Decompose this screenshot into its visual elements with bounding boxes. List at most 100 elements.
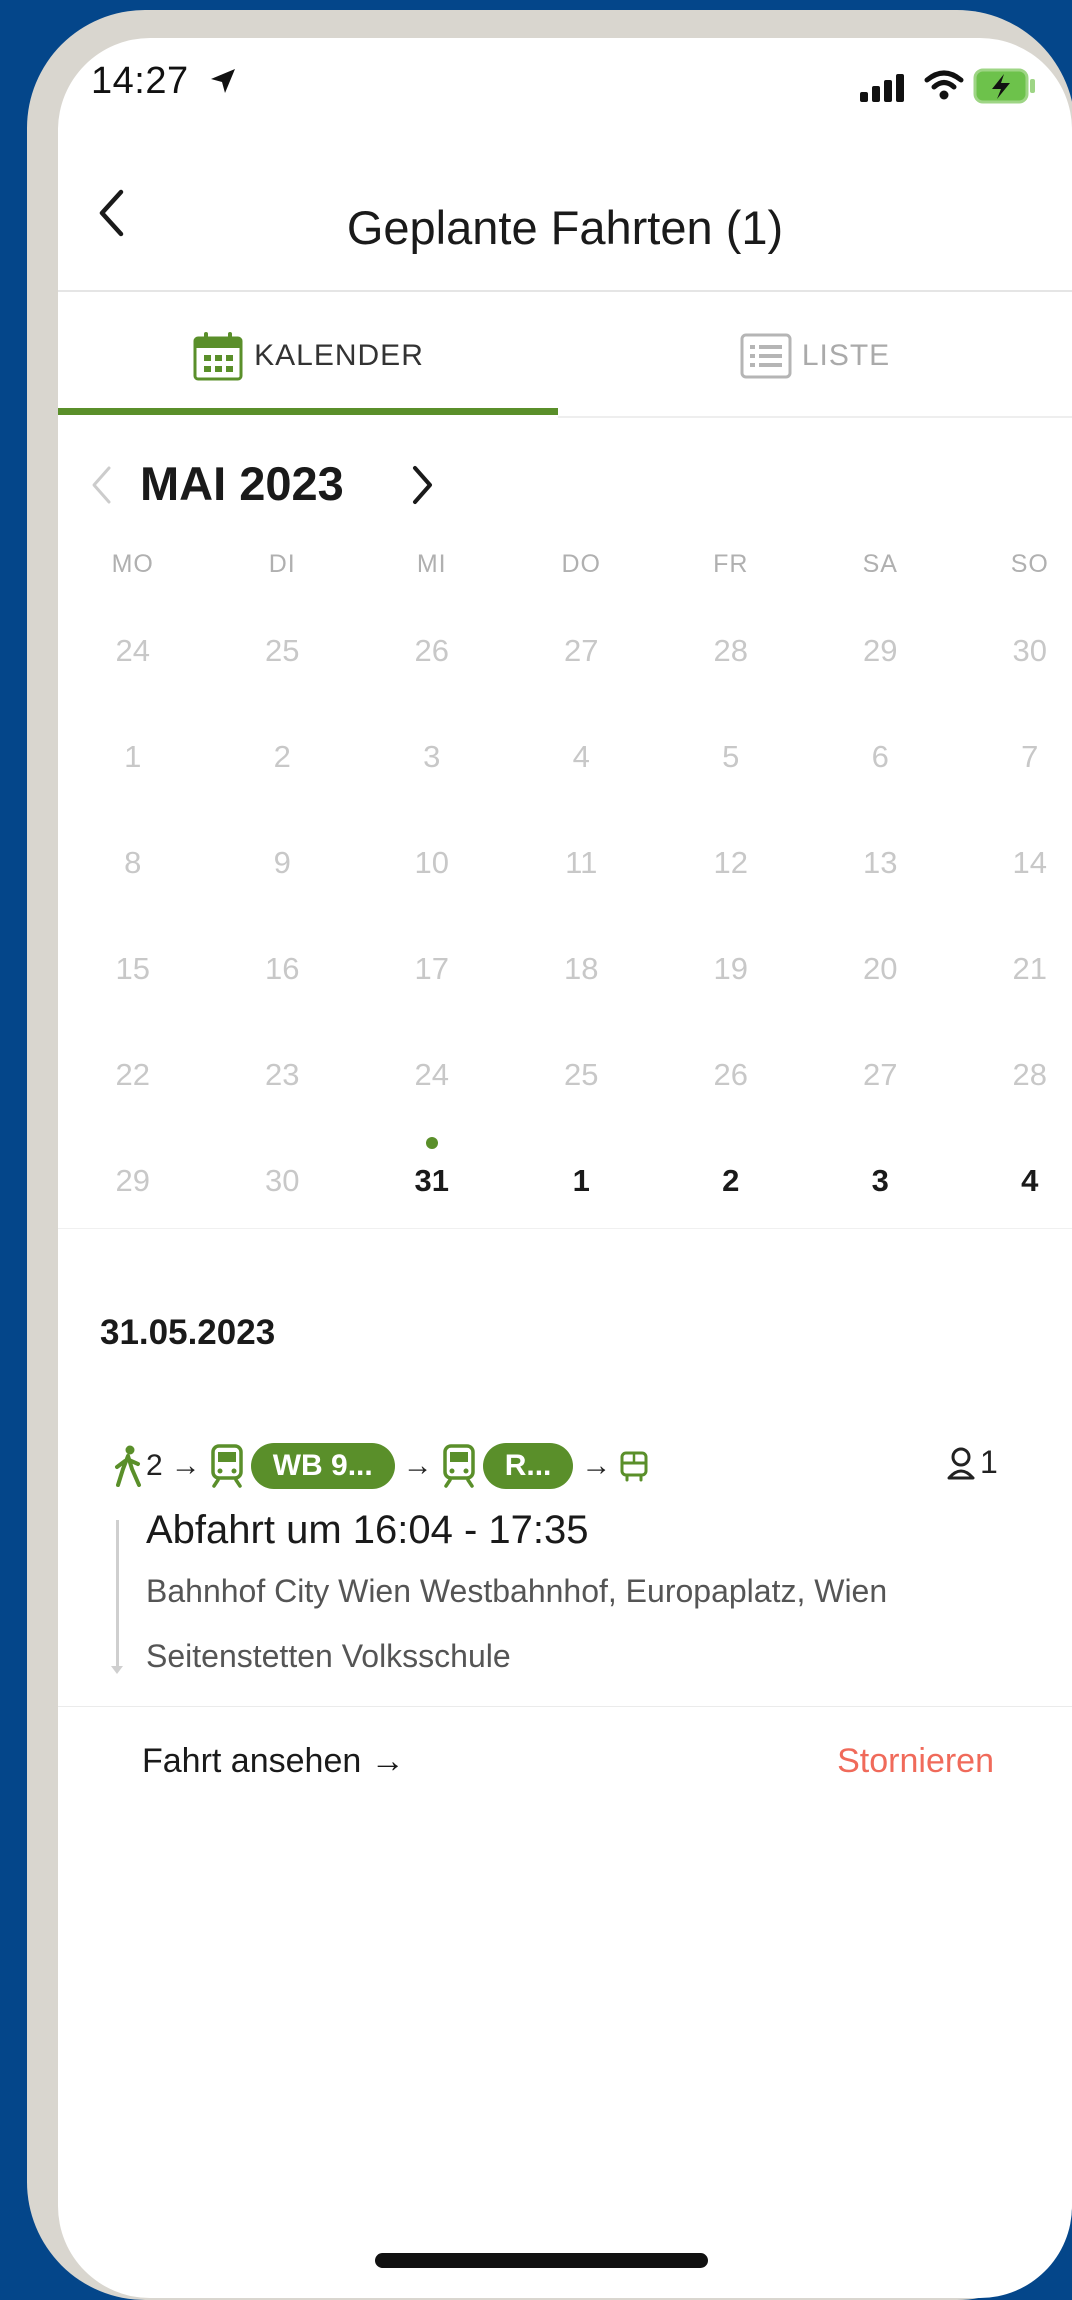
passenger-count: 1 [946,1444,998,1481]
active-tab-indicator [58,408,558,415]
page-title: Geplante Fahrten (1) [346,201,784,254]
arrow-right-icon: → [402,1449,433,1482]
location-arrow-icon [211,69,235,93]
train-icon [210,1444,243,1488]
trip-card-divider [58,1706,1072,1707]
weekday-label: MI [416,550,447,578]
calendar-day[interactable]: 9 [208,823,358,929]
wifi-icon [924,70,964,100]
calendar-day[interactable]: 29 [58,1141,208,1247]
calendar-day[interactable]: 2 [208,717,358,823]
calendar-day[interactable]: 18 [507,929,657,1035]
calendar-day[interactable]: 6 [806,717,956,823]
phone-screen: 14:27 Geplante Fahrten (1) KALENDER LIST… [58,38,1072,2298]
calendar-day[interactable]: 24 [58,611,208,717]
calendar-day[interactable]: 10 [357,823,507,929]
calendar-day[interactable]: 16 [208,929,358,1035]
status-bar: 14:27 [58,38,1072,133]
tab-divider [558,416,1072,418]
calendar-day[interactable]: 28 [955,1035,1072,1141]
calendar-day[interactable]: 2 [656,1141,806,1247]
walk-icon [115,1445,141,1487]
route-timeline [116,1520,119,1668]
view-trip-link[interactable]: Fahrt ansehen → [142,1742,405,1781]
calendar-day[interactable]: 28 [656,611,806,717]
arrow-right-icon: → [170,1449,201,1482]
month-title: MAI 2023 [140,457,344,510]
calendar-day[interactable]: 14 [955,823,1072,929]
calendar-day[interactable]: 15 [58,929,208,1035]
calendar-day[interactable]: 26 [656,1035,806,1141]
calendar-day[interactable]: 3 [806,1141,956,1247]
calendar-day[interactable]: 20 [806,929,956,1035]
calendar-day[interactable]: 30 [955,611,1072,717]
calendar-divider [58,1228,1072,1229]
bus-icon [620,1451,648,1482]
calendar-day[interactable]: 22 [58,1035,208,1141]
calendar-day[interactable]: 29 [806,611,956,717]
arrow-right-icon: → [581,1449,612,1482]
calendar-day[interactable]: 1 [58,717,208,823]
calendar-grid: 24 25 26 27 28 29 30 1 2 3 4 5 6 7 8 9 1… [58,611,1072,1247]
calendar-day-selected[interactable]: 31 [357,1137,507,1247]
trip-route-summary: 2 → WB 9... → R... → [114,1438,649,1494]
status-time: 14:27 [91,60,189,102]
line-chip[interactable]: WB 9... [250,1443,395,1489]
tab-liste-label: LISTE [801,339,891,372]
calendar-day[interactable]: 25 [507,1035,657,1141]
chevron-left-icon [92,466,111,504]
trip-date-heading: 31.05.2023 [100,1313,276,1352]
calendar-day[interactable]: 4 [507,717,657,823]
chevron-right-icon [413,466,432,504]
origin-station: Bahnhof City Wien Westbahnhof, Europapla… [146,1573,888,1609]
calendar-day[interactable]: 13 [806,823,956,929]
calendar-day[interactable]: 5 [656,717,806,823]
route-timeline-arrow [111,1666,123,1674]
tab-kalender[interactable]: KALENDER [58,296,558,416]
line-chip[interactable]: R... [482,1443,574,1489]
departure-time: Abfahrt um 16:04 - 17:35 [146,1508,589,1552]
next-month-button[interactable] [398,450,448,520]
calendar-day[interactable]: 24 [357,1035,507,1141]
cancel-trip-button[interactable]: Stornieren [837,1742,994,1781]
train-icon [442,1444,475,1488]
battery-charging-icon [973,68,1035,104]
tab-liste[interactable]: LISTE [558,296,1072,416]
weekday-header: MO DI MI DO FR SA SO [58,550,1072,579]
calendar-day[interactable]: 7 [955,717,1072,823]
person-icon [947,1447,975,1479]
calendar-day[interactable]: 19 [656,929,806,1035]
trip-indicator-dot [425,1137,438,1149]
calendar-day[interactable]: 30 [208,1141,358,1247]
calendar-day[interactable]: 27 [507,611,657,717]
weekday-label: SO [1010,550,1049,578]
passenger-number: 1 [980,1444,998,1480]
list-icon [740,333,792,379]
calendar-day[interactable]: 23 [208,1035,358,1141]
calendar-day[interactable]: 26 [357,611,507,717]
weekday-label: DI [268,550,296,578]
previous-month-button[interactable] [76,450,126,520]
calendar-day[interactable]: 12 [656,823,806,929]
weekday-label: SA [862,550,898,578]
destination-station: Seitenstetten Volksschule [146,1638,511,1674]
weekday-label: FR [713,550,749,578]
calendar-day[interactable]: 17 [357,929,507,1035]
walk-duration: 2 [146,1449,163,1482]
calendar-day-number: 31 [414,1163,449,1198]
calendar-day[interactable]: 21 [955,929,1072,1035]
calendar-day[interactable]: 1 [507,1141,657,1247]
header-divider [58,290,1072,292]
home-indicator[interactable] [375,2253,708,2268]
weekday-label: MO [111,550,154,578]
signal-icon [860,74,904,102]
calendar-icon [193,332,243,381]
weekday-label: DO [561,550,601,578]
calendar-day[interactable]: 25 [208,611,358,717]
calendar-day[interactable]: 3 [357,717,507,823]
calendar-day[interactable]: 4 [955,1141,1072,1247]
calendar-day[interactable]: 27 [806,1035,956,1141]
tab-kalender-label: KALENDER [254,339,424,372]
calendar-day[interactable]: 8 [58,823,208,929]
calendar-day[interactable]: 11 [507,823,657,929]
